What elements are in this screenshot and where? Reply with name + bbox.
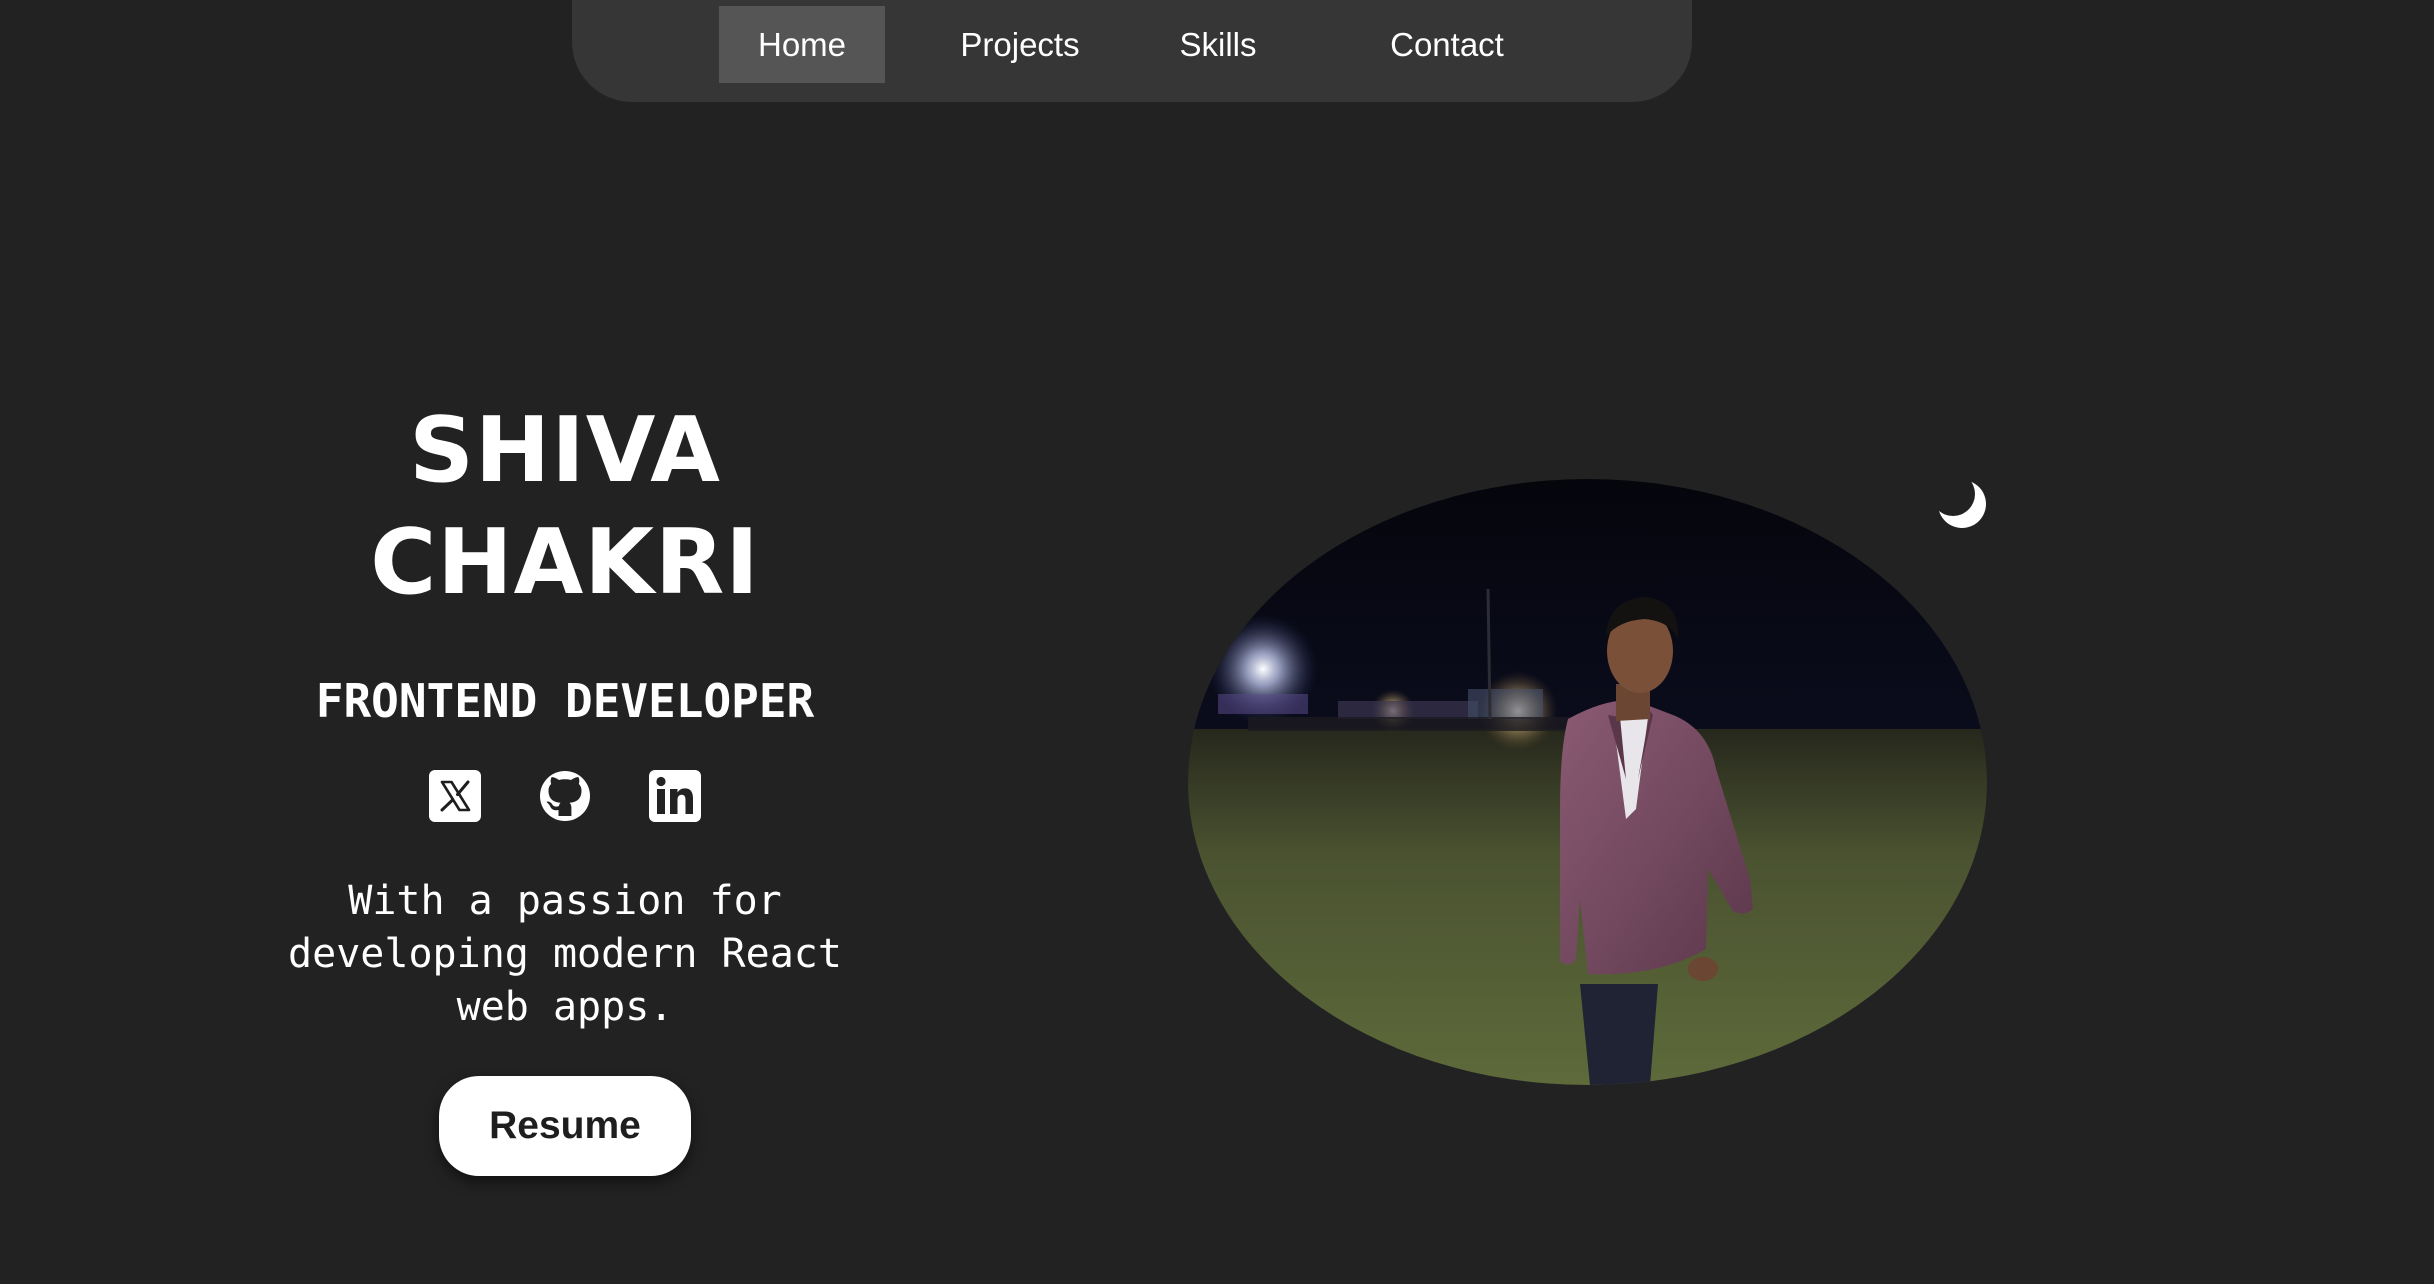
linkedin-icon[interactable]: [648, 769, 702, 823]
profile-photo: [1188, 479, 1987, 1085]
x-twitter-icon[interactable]: [428, 769, 482, 823]
hero-tagline: With a passion for developing modern Rea…: [288, 878, 842, 1030]
hero-name: SHIVA CHAKRI: [260, 395, 870, 619]
moon-icon[interactable]: [1936, 478, 1988, 530]
hero-role: FRONTEND DEVELOPER: [315, 674, 815, 728]
nav-item-contact[interactable]: Contact: [1367, 6, 1527, 83]
nav-item-projects[interactable]: Projects: [935, 6, 1105, 83]
social-links: [260, 769, 870, 823]
hero-name-first: SHIVA: [409, 398, 721, 503]
resume-button[interactable]: Resume: [439, 1076, 691, 1176]
nav-item-skills[interactable]: Skills: [1158, 6, 1278, 83]
nav-item-home[interactable]: Home: [719, 6, 885, 83]
top-nav: Home Projects Skills Contact: [572, 0, 1692, 102]
hero-intro: SHIVA CHAKRI FRONTEND DEVELOPER With a p…: [260, 395, 870, 1176]
github-icon[interactable]: [538, 769, 592, 823]
page: Home Projects Skills Contact SHIVA CHAKR…: [0, 0, 2434, 1284]
hero-name-last: CHAKRI: [370, 510, 760, 615]
